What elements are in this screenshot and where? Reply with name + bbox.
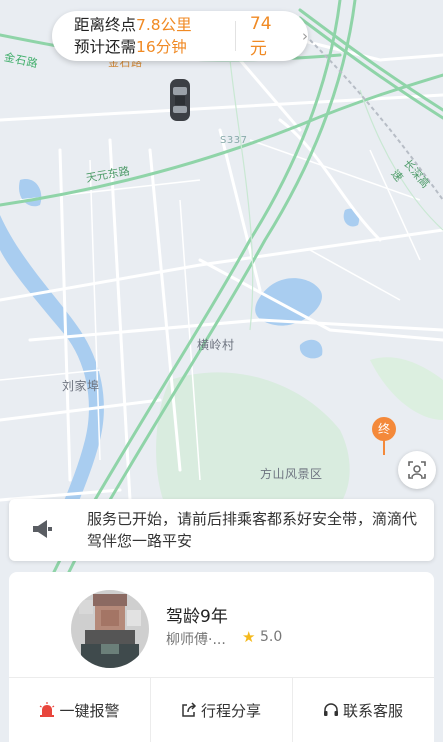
map-label-place: 横岭村 bbox=[197, 338, 235, 352]
distance-prefix: 距离终点 bbox=[74, 16, 137, 34]
locate-button[interactable] bbox=[398, 451, 436, 489]
destination-marker-label: 终 bbox=[377, 422, 390, 436]
megaphone-icon bbox=[33, 520, 52, 538]
time-value: 16分钟 bbox=[136, 38, 187, 56]
destination-marker[interactable]: 终 bbox=[371, 416, 397, 456]
map-label-place: 方山风景区 bbox=[260, 467, 323, 481]
notice-text: 服务已开始，请前后排乘客都系好安全带，滴滴代驾伴您一路平安 bbox=[87, 510, 418, 550]
trip-info-bubble[interactable]: 距离终点7.8公里 预计还需16分钟 74元 › bbox=[52, 11, 308, 61]
fare-button[interactable]: 74元 › bbox=[236, 14, 308, 59]
driving-years: 驾龄9年 bbox=[166, 607, 228, 627]
star-icon: ★ bbox=[242, 628, 256, 646]
distance-line: 距离终点7.8公里 bbox=[74, 14, 235, 36]
fare-value: 74元 bbox=[249, 13, 272, 59]
alarm-label: 一键报警 bbox=[59, 701, 120, 720]
share-icon bbox=[182, 702, 197, 717]
trip-summary: 距离终点7.8公里 预计还需16分钟 bbox=[52, 14, 235, 58]
map-label-road: S337 bbox=[220, 135, 248, 146]
contact-support-button[interactable]: 联系客服 bbox=[292, 678, 434, 742]
map-label-place: 刘家埠 bbox=[62, 379, 100, 393]
chevron-right-icon: › bbox=[302, 27, 308, 45]
time-prefix: 预计还需 bbox=[74, 38, 137, 56]
share-label: 行程分享 bbox=[200, 701, 261, 720]
time-line: 预计还需16分钟 bbox=[74, 36, 235, 58]
car-icon bbox=[170, 79, 190, 121]
driver-name: 柳师傅·... bbox=[166, 632, 226, 648]
alarm-icon bbox=[40, 702, 55, 717]
driver-card[interactable]: 驾龄9年 柳师傅·... ★ 5.0 一键报警 行程分享 联系客服 bbox=[9, 572, 434, 742]
share-trip-button[interactable]: 行程分享 bbox=[150, 678, 292, 742]
driver-photo bbox=[71, 590, 149, 668]
driver-rating: 5.0 bbox=[260, 629, 283, 645]
locate-me-icon bbox=[408, 461, 426, 479]
service-notice: 服务已开始，请前后排乘客都系好安全带，滴滴代驾伴您一路平安 bbox=[9, 499, 434, 561]
avatar[interactable] bbox=[71, 590, 149, 668]
distance-value: 7.8公里 bbox=[136, 16, 192, 34]
headset-icon bbox=[323, 703, 338, 716]
service-label: 联系客服 bbox=[342, 701, 403, 720]
emergency-alarm-button[interactable]: 一键报警 bbox=[9, 678, 150, 742]
